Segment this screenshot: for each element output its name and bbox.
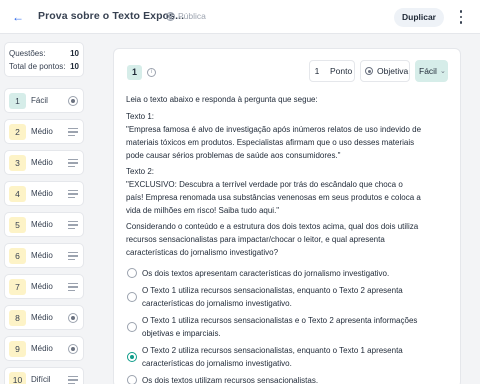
question-list-difficulty: Médio [31, 344, 53, 353]
question-list-item[interactable]: 4 Médio [4, 181, 84, 206]
question-list-number: 6 [9, 248, 26, 264]
total-points-label: Total de pontos: [9, 62, 66, 71]
text-lines-icon [68, 158, 78, 168]
text1-body: "Empresa famosa é alvo de investigação a… [126, 125, 422, 160]
total-points-value: 10 [70, 62, 79, 71]
text2-label: Texto 2: [126, 167, 155, 176]
question-type-select[interactable]: Objetiva [360, 60, 410, 82]
question-list-number: 5 [9, 217, 26, 233]
arrow-left-icon[interactable]: ← [10, 9, 26, 25]
points-value[interactable]: 1 [310, 66, 324, 76]
question-list-item[interactable]: 7 Médio [4, 274, 84, 299]
option-radio[interactable] [127, 352, 137, 362]
visibility-label[interactable]: Pública [166, 11, 206, 21]
text2-body: "EXCLUSIVO: Descubra a terrível verdade … [126, 180, 421, 215]
text1-label: Texto 1: [126, 112, 155, 121]
question-list-difficulty: Médio [31, 282, 53, 291]
text-lines-icon [68, 251, 78, 261]
question-list-number: 9 [9, 341, 26, 357]
question-list-item[interactable]: 2 Médio [4, 119, 84, 144]
globe-icon [166, 11, 175, 21]
info-icon[interactable]: i [147, 68, 156, 77]
option-radio[interactable] [127, 322, 137, 332]
question-list-item[interactable]: 5 Médio [4, 212, 84, 237]
question-list-item[interactable]: 3 Médio [4, 150, 84, 175]
difficulty-label: Fácil [419, 66, 437, 76]
question-list-difficulty: Médio [31, 251, 53, 260]
question-list-difficulty: Médio [31, 313, 53, 322]
question-list-difficulty: Fácil [31, 96, 48, 105]
duplicate-button[interactable]: Duplicar [394, 8, 444, 27]
visibility-text: Pública [178, 11, 206, 21]
question-list-item[interactable]: 9 Médio [4, 336, 84, 361]
text-lines-icon [68, 220, 78, 230]
question-list-number: 4 [9, 186, 26, 202]
question-list-number: 7 [9, 279, 26, 295]
question-list-number: 1 [9, 93, 26, 109]
question-list-difficulty: Médio [31, 220, 53, 229]
question-intro: Leia o texto abaixo e responda à pergunt… [126, 95, 318, 104]
question-list-item[interactable]: 6 Médio [4, 243, 84, 268]
question-list-number: 2 [9, 124, 26, 140]
option-radio[interactable] [127, 375, 137, 384]
option-text: Os dois textos utilizam recursos sensaci… [142, 376, 319, 384]
question-list-number: 10 [9, 372, 26, 384]
points-field[interactable]: 1 Ponto [309, 60, 355, 82]
question-list-difficulty: Médio [31, 158, 53, 167]
option-radio[interactable] [127, 268, 137, 278]
option-text: O Texto 1 utiliza recursos sensacionalis… [142, 286, 403, 308]
top-bar: ← Prova sobre o Texto Expos... Pública D… [0, 0, 480, 34]
question-number: 1 [127, 65, 142, 80]
points-label: Ponto [330, 66, 353, 76]
text-lines-icon [68, 375, 78, 384]
question-list-difficulty: Médio [31, 189, 53, 198]
question-list-difficulty: Difícil [31, 375, 51, 384]
option-text: Os dois textos apresentam característica… [142, 269, 390, 278]
option-radio[interactable] [127, 292, 137, 302]
radio-icon [68, 96, 78, 106]
chevron-down-icon: ⌄ [439, 68, 446, 75]
text-lines-icon [68, 282, 78, 292]
difficulty-select[interactable]: Fácil ⌄ [415, 60, 448, 82]
question-list-item[interactable]: 1 Fácil [4, 88, 84, 113]
more-options-icon[interactable] [456, 9, 466, 25]
quiz-summary: Questões: 10 Total de pontos: 10 [4, 42, 84, 77]
radio-type-icon [365, 67, 373, 75]
question-type-label: Objetiva [377, 66, 409, 76]
question-prompt: Considerando o conteúdo e a estrutura do… [126, 222, 419, 257]
text-lines-icon [68, 127, 78, 137]
question-list-difficulty: Médio [31, 127, 53, 136]
question-list-number: 8 [9, 310, 26, 326]
radio-icon [68, 344, 78, 354]
radio-icon [68, 313, 78, 323]
question-list-item[interactable]: 10 Difícil [4, 367, 84, 384]
option-text: O Texto 2 utiliza recursos sensacionalis… [142, 346, 403, 368]
questions-count-value: 10 [70, 49, 79, 58]
question-list-number: 3 [9, 155, 26, 171]
question-editor-card: 1 i 1 Ponto Objetiva Fácil ⌄ Leia o text… [113, 48, 461, 384]
question-list-item[interactable]: 8 Médio [4, 305, 84, 330]
page-title: Prova sobre o Texto Expos... [38, 10, 185, 22]
option-text: O Texto 1 utiliza recursos sensacionalis… [142, 316, 418, 338]
text-lines-icon [68, 189, 78, 199]
questions-count-label: Questões: [9, 49, 46, 58]
